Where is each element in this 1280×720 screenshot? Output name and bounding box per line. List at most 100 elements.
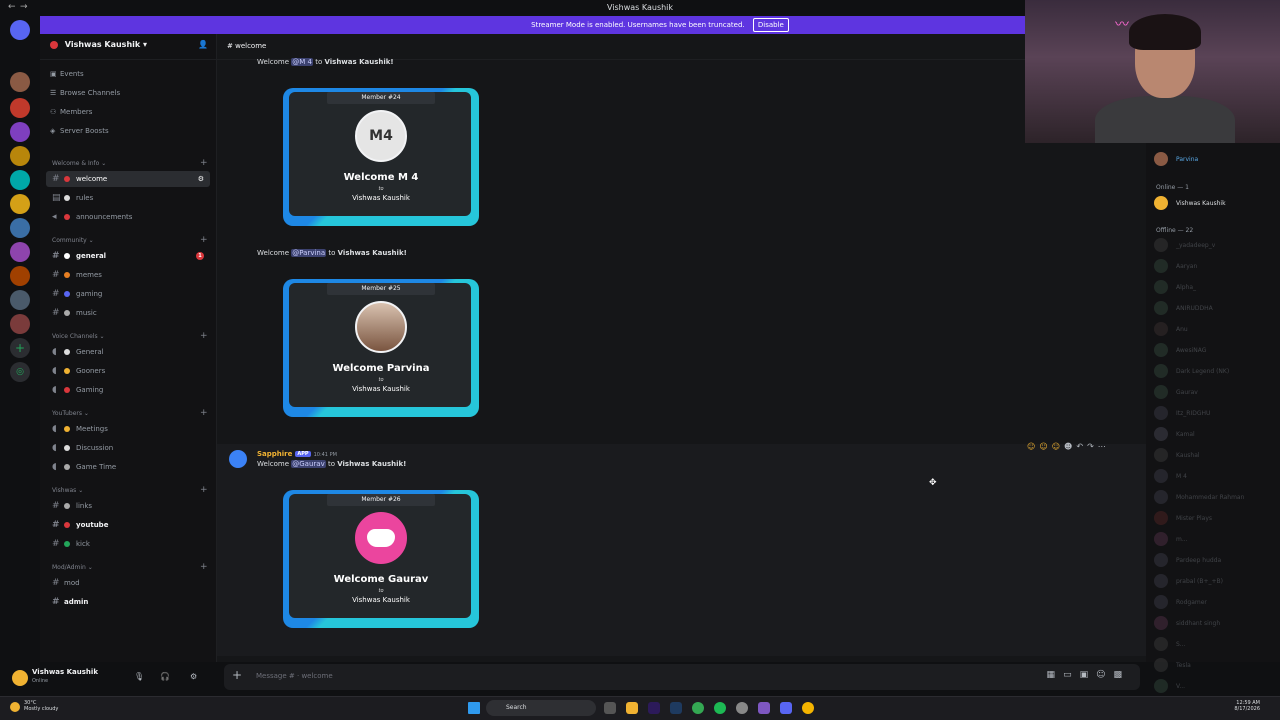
channel-mod[interactable]: # mod bbox=[46, 575, 210, 591]
channel-music[interactable]: # music bbox=[46, 305, 210, 321]
member-item[interactable]: prabal (B+_+B) bbox=[1154, 574, 1274, 590]
channel-rules[interactable]: ▤ rules bbox=[46, 190, 210, 206]
server-icon[interactable] bbox=[10, 290, 30, 310]
server-icon[interactable] bbox=[10, 266, 30, 286]
server-icon[interactable] bbox=[10, 146, 30, 166]
discover-icon[interactable]: ◎ bbox=[10, 362, 30, 382]
category-welcome[interactable]: Welcome & Info ⌄ + bbox=[52, 158, 208, 168]
category-vishwas[interactable]: Vishwas ⌄ + bbox=[52, 485, 208, 495]
sticker-icon[interactable]: ▣ bbox=[1080, 670, 1097, 680]
settings-icon[interactable]: ⚙ bbox=[198, 171, 204, 187]
taskbar-search[interactable]: Search bbox=[486, 700, 596, 716]
channel-kick[interactable]: # kick bbox=[46, 536, 210, 552]
member-item[interactable]: M 4 bbox=[1154, 469, 1274, 485]
forward-icon[interactable]: ↷ bbox=[1087, 442, 1098, 451]
server-icon[interactable] bbox=[10, 122, 30, 142]
folder-icon[interactable] bbox=[626, 702, 638, 714]
member-item[interactable]: Dark Legend (NK) bbox=[1154, 364, 1274, 380]
add-channel-icon[interactable]: + bbox=[200, 408, 208, 418]
channel-links[interactable]: # links bbox=[46, 498, 210, 514]
reaction-icon[interactable]: ☺ bbox=[1027, 442, 1039, 451]
category-youtubers[interactable]: YouTubers ⌄ + bbox=[52, 408, 208, 418]
clock[interactable]: 12:59 AM 8/17/2026 bbox=[1234, 700, 1260, 712]
add-channel-icon[interactable]: + bbox=[200, 562, 208, 572]
voice-gaming[interactable]: ◖ Gaming bbox=[46, 382, 210, 398]
emoji-icon[interactable]: ☺ bbox=[1096, 670, 1113, 680]
member-item[interactable]: siddhant singh bbox=[1154, 616, 1274, 632]
server-icon[interactable] bbox=[10, 218, 30, 238]
settings-icon[interactable]: ⚙ bbox=[190, 672, 197, 681]
voice-discussion[interactable]: ◖ Discussion bbox=[46, 440, 210, 456]
disable-button[interactable]: Disable bbox=[752, 18, 789, 32]
reply-icon[interactable]: ↶ bbox=[1076, 442, 1087, 451]
app-icon[interactable] bbox=[736, 702, 748, 714]
microphone-icon[interactable]: 🎙 bbox=[134, 672, 144, 681]
channel-welcome[interactable]: # welcome ⚙ bbox=[46, 171, 210, 187]
server-icon[interactable] bbox=[10, 242, 30, 262]
headphones-icon[interactable]: 🎧 bbox=[160, 672, 170, 681]
member-item[interactable]: _yadadeep_v bbox=[1154, 238, 1274, 254]
category-community[interactable]: Community ⌄ + bbox=[52, 235, 208, 245]
add-channel-icon[interactable]: + bbox=[200, 331, 208, 341]
photoshop-icon[interactable] bbox=[670, 702, 682, 714]
member-item[interactable]: Itz_RIDGHU bbox=[1154, 406, 1274, 422]
member-item[interactable]: Mister Plays bbox=[1154, 511, 1274, 527]
nav-server-boosts[interactable]: ◈ Server Boosts bbox=[50, 127, 109, 135]
server-icon[interactable] bbox=[10, 170, 30, 190]
member-item[interactable]: Kamal bbox=[1154, 427, 1274, 443]
avatar[interactable] bbox=[12, 670, 28, 686]
add-channel-icon[interactable]: + bbox=[200, 158, 208, 168]
spotify-icon[interactable] bbox=[714, 702, 726, 714]
member-item[interactable]: Mohammedar Rahman bbox=[1154, 490, 1274, 506]
message-composer[interactable]: + Message # · welcome ▦▭▣☺▩ bbox=[224, 664, 1140, 690]
member-item[interactable]: Gaurav bbox=[1154, 385, 1274, 401]
server-icon[interactable] bbox=[10, 72, 30, 92]
reaction-icon[interactable]: ☺ bbox=[1052, 442, 1064, 451]
nav-events[interactable]: ▣ Events bbox=[50, 70, 84, 78]
chrome-icon[interactable] bbox=[692, 702, 704, 714]
message-input[interactable]: Message # · welcome bbox=[256, 672, 333, 680]
voice-general[interactable]: ◖ General bbox=[46, 344, 210, 360]
channel-gaming[interactable]: # gaming bbox=[46, 286, 210, 302]
server-icon[interactable] bbox=[10, 98, 30, 118]
premiere-icon[interactable] bbox=[648, 702, 660, 714]
invite-icon[interactable]: 👤 bbox=[198, 40, 208, 49]
home-icon[interactable] bbox=[10, 20, 30, 40]
add-server-icon[interactable]: + bbox=[10, 338, 30, 358]
member-item[interactable]: Vishwas Kaushik bbox=[1154, 196, 1274, 212]
bot-avatar[interactable] bbox=[229, 450, 247, 468]
member-item[interactable]: S... bbox=[1154, 637, 1274, 653]
obs-icon[interactable] bbox=[758, 702, 770, 714]
voice-game-time[interactable]: ◖ Game Time bbox=[46, 459, 210, 475]
member-item[interactable]: Anu bbox=[1154, 322, 1274, 338]
mention[interactable]: @Gaurav bbox=[291, 460, 326, 468]
member-item[interactable]: AwesiNAG bbox=[1154, 343, 1274, 359]
member-item[interactable]: V... bbox=[1154, 679, 1274, 695]
channel-youtube[interactable]: # youtube bbox=[46, 517, 210, 533]
member-item[interactable]: Alpha_ bbox=[1154, 280, 1274, 296]
server-icon[interactable] bbox=[10, 314, 30, 334]
nav-browse-channels[interactable]: ☰ Browse Channels bbox=[50, 89, 120, 97]
channel-admin[interactable]: # admin bbox=[46, 594, 210, 610]
weather[interactable]: 30°C Mostly cloudy bbox=[24, 700, 58, 712]
chrome-canary-icon[interactable] bbox=[802, 702, 814, 714]
bot-name[interactable]: Sapphire APP 10:41 PM bbox=[257, 450, 337, 458]
mention[interactable]: @M 4 bbox=[291, 58, 313, 66]
voice-meetings[interactable]: ◖ Meetings bbox=[46, 421, 210, 437]
member-item[interactable]: Pardeep hudda bbox=[1154, 553, 1274, 569]
reaction-icon[interactable]: ☺ bbox=[1039, 442, 1051, 451]
add-attachment-icon[interactable]: + bbox=[232, 668, 242, 682]
member-item[interactable]: Rodgamer bbox=[1154, 595, 1274, 611]
server-header[interactable]: Vishwas Kaushik ▾ 👤 bbox=[40, 34, 216, 60]
start-icon[interactable] bbox=[468, 702, 480, 714]
task-view-icon[interactable] bbox=[604, 702, 616, 714]
add-channel-icon[interactable]: + bbox=[200, 235, 208, 245]
category-voice[interactable]: Voice Channels ⌄ + bbox=[52, 331, 208, 341]
channel-memes[interactable]: # memes bbox=[46, 267, 210, 283]
gif-icon[interactable]: ▭ bbox=[1063, 670, 1080, 680]
voice-gooners[interactable]: ◖ Gooners bbox=[46, 363, 210, 379]
member-item[interactable]: Kaushal bbox=[1154, 448, 1274, 464]
add-channel-icon[interactable]: + bbox=[200, 485, 208, 495]
channel-general[interactable]: # general 1 bbox=[46, 248, 210, 264]
channel-announcements[interactable]: ◂ announcements bbox=[46, 209, 210, 225]
